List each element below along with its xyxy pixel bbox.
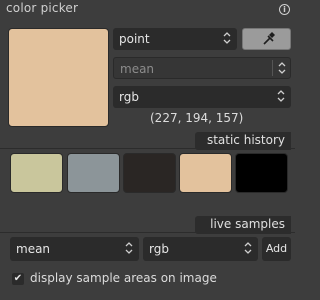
picker-mode-value: point bbox=[119, 32, 150, 46]
picker-mode-combobox[interactable]: point bbox=[113, 28, 237, 50]
static-history-header: static history bbox=[195, 132, 291, 150]
chevron-updown-icon bbox=[125, 237, 133, 261]
static-history-label: static history bbox=[206, 133, 285, 147]
picked-color-swatch bbox=[8, 28, 109, 127]
info-icon[interactable]: i bbox=[279, 4, 290, 15]
colorspace-combobox[interactable]: rgb bbox=[113, 86, 291, 108]
panel-title: color picker bbox=[6, 1, 79, 15]
history-swatch[interactable] bbox=[235, 153, 288, 193]
chevron-updown-icon bbox=[244, 237, 252, 261]
statistic-value: mean bbox=[120, 62, 155, 76]
eyedropper-icon bbox=[263, 32, 275, 45]
history-swatch[interactable] bbox=[67, 153, 120, 193]
live-samples-header: live samples bbox=[195, 216, 291, 234]
color-picker-button[interactable] bbox=[242, 28, 291, 50]
live-colorspace-combobox[interactable]: rgb bbox=[143, 237, 258, 261]
display-sample-areas-checkbox[interactable]: ✔ bbox=[12, 273, 24, 285]
chevron-updown-icon bbox=[277, 86, 285, 108]
history-swatch[interactable] bbox=[10, 153, 63, 193]
live-samples-label: live samples bbox=[210, 217, 285, 231]
display-sample-areas-label: display sample areas on image bbox=[30, 271, 217, 285]
history-swatch[interactable] bbox=[123, 153, 176, 193]
chevron-updown-icon bbox=[223, 28, 231, 50]
colorspace-value: rgb bbox=[119, 90, 139, 104]
history-swatch[interactable] bbox=[179, 153, 232, 193]
chevron-updown-icon bbox=[278, 58, 286, 80]
live-statistic-combobox[interactable]: mean bbox=[10, 237, 139, 261]
statistic-combobox[interactable]: mean bbox=[113, 57, 291, 79]
picked-color-value: (227, 194, 157) bbox=[150, 111, 244, 125]
add-sample-button[interactable]: Add bbox=[262, 237, 291, 261]
live-colorspace-value: rgb bbox=[149, 242, 169, 256]
live-statistic-value: mean bbox=[16, 242, 51, 256]
check-icon: ✔ bbox=[13, 273, 23, 284]
